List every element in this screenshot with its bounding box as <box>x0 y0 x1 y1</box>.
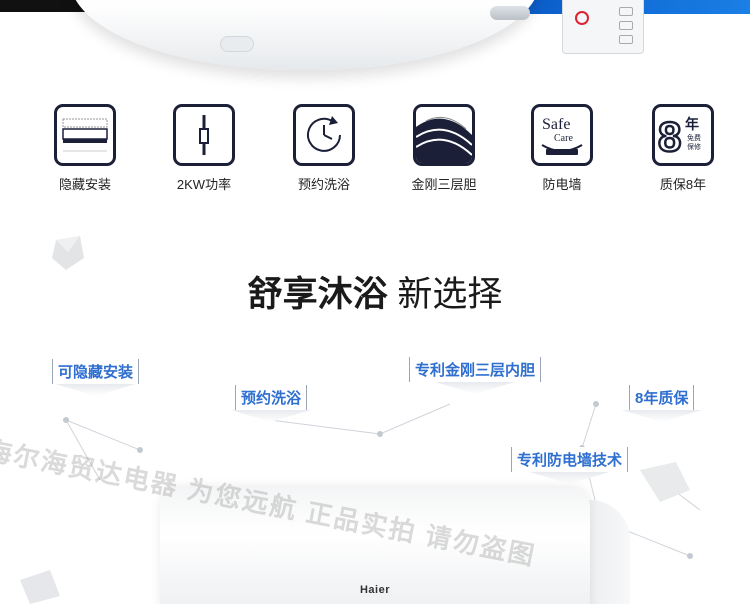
feature-timer-bath: 预约洗浴 <box>279 104 369 193</box>
tag-hidden-install: 可隐藏安装 <box>52 359 140 384</box>
feature-label: 防电墙 <box>542 177 582 192</box>
power-button-icon <box>575 11 589 25</box>
safe-care-icon: Safe Care <box>531 104 593 166</box>
heater-tank-top <box>70 0 540 70</box>
triple-tank-icon <box>413 104 475 166</box>
warranty-free: 免费 <box>687 133 701 142</box>
feature-label: 质保8年 <box>659 177 707 192</box>
warranty-8-year-icon: 8 年 免费 保修 <box>652 104 714 166</box>
warranty-eight: 8 <box>658 113 681 160</box>
heater-knob <box>220 36 254 52</box>
warranty-year: 年 <box>685 116 699 133</box>
panel-key <box>619 7 633 16</box>
feature-label: 预约洗浴 <box>297 177 350 192</box>
brand-logo-text: Haier <box>359 584 391 596</box>
tag-triple-tank: 专利金刚三层内胆 <box>409 357 542 382</box>
tag-8-year-warranty: 8年质保 <box>629 385 695 410</box>
feature-triple-tank: 金刚三层胆 <box>399 104 489 193</box>
headline-bold: 舒享沐浴 <box>247 275 388 314</box>
feature-8-year-warranty: 8 年 免费 保修 质保8年 <box>638 104 728 193</box>
timer-clock-icon <box>293 104 355 166</box>
feature-2kw-power: 2KW功率 <box>159 104 249 193</box>
control-panel <box>562 0 644 54</box>
safe-care-c: Care <box>554 133 573 144</box>
safe-care-s: Safe <box>542 116 570 133</box>
panel-key <box>619 35 633 44</box>
feature-label: 2KW功率 <box>176 177 232 192</box>
feature-hidden-install: 隐藏安装 <box>40 104 130 193</box>
feature-label: 隐藏安装 <box>58 177 111 192</box>
feature-label: 金刚三层胆 <box>411 177 477 192</box>
heater-pipe <box>490 6 530 20</box>
warranty-repair: 保修 <box>687 142 701 151</box>
tag-anti-electric-wall: 专利防电墙技术 <box>511 447 629 472</box>
hidden-install-icon <box>54 104 116 166</box>
panel-key <box>619 21 633 30</box>
tag-timer-bath: 预约洗浴 <box>235 385 308 410</box>
top-product-photo <box>0 0 750 92</box>
power-2kw-icon <box>173 104 235 166</box>
headline-thin: 新选择 <box>397 275 503 314</box>
section-headline: 舒享沐浴 新选择 <box>0 266 750 317</box>
feature-anti-electric-wall: Safe Care 防电墙 <box>517 104 607 193</box>
